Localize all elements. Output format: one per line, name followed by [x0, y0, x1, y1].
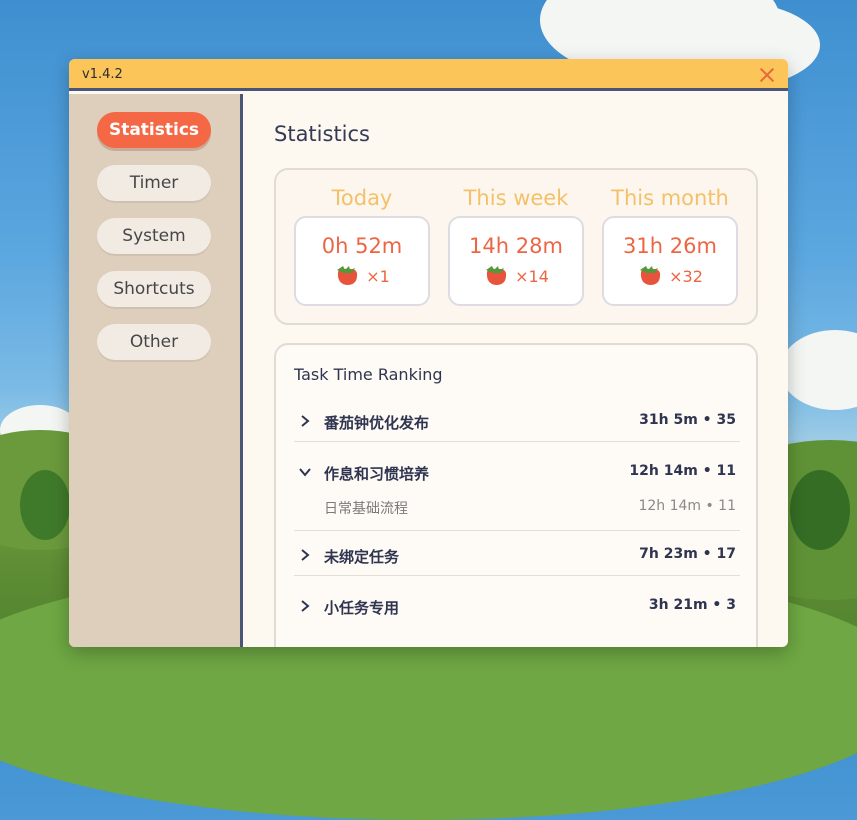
- period-label: This month: [611, 186, 729, 210]
- task-stat: 7h 23m • 17: [639, 546, 736, 562]
- period-box: 31h 26m ×32: [602, 216, 738, 306]
- ranking-row: 作息和习惯培养 12h 14m • 11 日常基础流程 12h 14m • 11: [294, 452, 740, 531]
- nav-timer[interactable]: Timer: [97, 165, 211, 201]
- nav-other[interactable]: Other: [97, 324, 211, 360]
- subtask-name: 日常基础流程: [324, 501, 408, 517]
- period-count: ×14: [450, 264, 582, 288]
- nav-shortcuts[interactable]: Shortcuts: [97, 271, 211, 307]
- ranking-row-header[interactable]: 小任务专用 3h 21m • 3: [294, 586, 740, 626]
- period-label: This week: [463, 186, 569, 210]
- version-label: v1.4.2: [82, 67, 123, 82]
- period-count: ×32: [604, 264, 736, 288]
- nav-system[interactable]: System: [97, 218, 211, 254]
- nav-statistics[interactable]: Statistics: [97, 112, 211, 148]
- task-name: 作息和习惯培养: [324, 465, 430, 483]
- tomato-icon: [337, 266, 358, 285]
- ranking-row: 未绑定任务 7h 23m • 17: [294, 535, 740, 576]
- task-name: 番茄钟优化发布: [324, 414, 430, 432]
- period-box: 14h 28m ×14: [448, 216, 584, 306]
- chevron-down-icon: [299, 468, 311, 477]
- ranking-subrow: 日常基础流程 12h 14m • 11: [294, 492, 740, 530]
- task-name: 未绑定任务: [324, 548, 400, 566]
- period-time: 14h 28m: [469, 234, 563, 258]
- stats-summary-card: Today 0h 52m ×1 This week 14h 28m ×14 Th…: [274, 168, 758, 325]
- period-time: 0h 52m: [321, 234, 403, 258]
- subtask-stat: 12h 14m • 11: [638, 498, 736, 514]
- period-today: Today 0h 52m ×1: [294, 184, 430, 306]
- period-time: 31h 26m: [623, 234, 717, 258]
- settings-window: v1.4.2 Statistics Timer System Shortcuts…: [69, 59, 788, 647]
- task-name: 小任务专用: [324, 599, 400, 617]
- task-stat: 3h 21m • 3: [648, 597, 736, 613]
- page-title: Statistics: [274, 122, 370, 146]
- chevron-right-icon: [301, 549, 310, 561]
- task-ranking-card: Task Time Ranking 番茄钟优化发布 31h 5m • 35 作息…: [274, 343, 758, 647]
- titlebar: v1.4.2: [69, 59, 788, 91]
- period-count: ×1: [296, 264, 428, 288]
- ranking-row-header[interactable]: 作息和习惯培养 12h 14m • 11: [294, 452, 740, 492]
- sidebar: Statistics Timer System Shortcuts Other: [69, 94, 243, 647]
- statistics-panel: Statistics Today 0h 52m ×1 This week 14h…: [243, 94, 788, 647]
- ranking-row-header[interactable]: 番茄钟优化发布 31h 5m • 35: [294, 401, 740, 441]
- tomato-icon: [640, 266, 661, 285]
- close-icon[interactable]: [758, 66, 776, 84]
- period-this-week: This week 14h 28m ×14: [448, 184, 584, 306]
- chevron-right-icon: [301, 415, 310, 427]
- chevron-right-icon: [301, 600, 310, 612]
- task-stat: 31h 5m • 35: [639, 412, 736, 428]
- tomato-icon: [486, 266, 507, 285]
- period-this-month: This month 31h 26m ×32: [602, 184, 738, 306]
- period-label: Today: [331, 186, 393, 210]
- ranking-row: 小任务专用 3h 21m • 3: [294, 586, 740, 626]
- task-stat: 12h 14m • 11: [629, 463, 736, 479]
- ranking-row: 番茄钟优化发布 31h 5m • 35: [294, 401, 740, 442]
- ranking-title: Task Time Ranking: [294, 365, 443, 384]
- ranking-row-header[interactable]: 未绑定任务 7h 23m • 17: [294, 535, 740, 575]
- period-box: 0h 52m ×1: [294, 216, 430, 306]
